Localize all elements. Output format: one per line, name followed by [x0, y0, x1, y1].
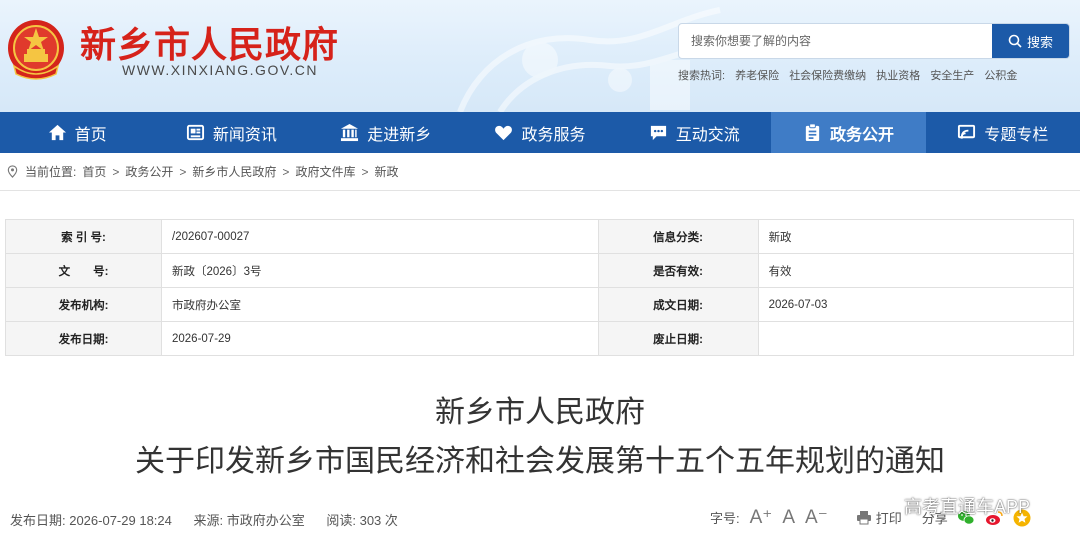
nav-item-label: 互动交流 [675, 126, 740, 144]
chat-icon [650, 125, 666, 141]
hot-keywords: 搜索热词: 养老保险 社会保险费缴纳 执业资格 安全生产 公积金 [678, 67, 1024, 83]
site-header: 新乡市人民政府 WWW.XINXIANG.GOV.CN 搜索 搜索热词: 养老保… [0, 0, 1080, 112]
nav-item-label: 首页 [74, 126, 107, 144]
printer-icon [856, 511, 871, 525]
print-label: 打印 [875, 511, 902, 526]
main-nav: 首页 新闻资讯 走进新乡 政务服务 互动交流 政务公开 专题专栏 [0, 112, 1080, 153]
hot-keyword[interactable]: 社会保险费缴纳 [789, 70, 866, 82]
document-info-table: 索 引 号: /202607-00027 信息分类: 新政 文 号: 新政〔20… [5, 219, 1075, 356]
national-emblem-icon [8, 20, 64, 80]
breadcrumb-separator: > [112, 164, 120, 179]
info-label: 成文日期: [597, 287, 759, 322]
view-count: 阅读: 303 次 [326, 513, 398, 528]
breadcrumb-link[interactable]: 新政 [374, 163, 398, 180]
nav-item-label: 政务服务 [521, 126, 586, 144]
breadcrumb: 当前位置: 首页 > 政务公开 > 新乡市人民政府 > 政府文件库 > 新政 [0, 153, 1080, 191]
article-meta: 发布日期: 2026-07-29 18:24 来源: 市政府办公室 阅读: 30… [10, 510, 416, 529]
home-icon [48, 124, 66, 141]
nav-item-services[interactable]: 政务服务 [463, 112, 617, 153]
heart-icon [495, 125, 513, 141]
info-value: 2026-07-29 [161, 321, 599, 356]
print-button[interactable]: 打印 [856, 508, 902, 527]
font-size-small-button[interactable]: A⁻ [805, 506, 828, 529]
breadcrumb-separator: > [361, 164, 369, 179]
nav-item-topics[interactable]: 专题专栏 [926, 112, 1080, 153]
breadcrumb-prefix: 当前位置: [25, 165, 77, 179]
news-icon [186, 124, 204, 141]
search-button-label: 搜索 [1026, 34, 1053, 50]
info-value: 新政〔2026〕3号 [161, 253, 599, 288]
info-label: 索 引 号: [5, 219, 162, 254]
publish-date: 发布日期: 2026-07-29 18:24 [10, 513, 172, 528]
source: 来源: 市政府办公室 [193, 513, 305, 528]
search-box: 搜索 [678, 23, 1070, 59]
info-value [757, 321, 1075, 356]
site-title[interactable]: 新乡市人民政府 [80, 16, 339, 68]
info-value: 2026-07-03 [757, 287, 1075, 322]
info-label: 文 号: [5, 253, 162, 288]
search-icon [1008, 34, 1022, 48]
document-title-line2: 关于印发新乡市国民经济和社会发展第十五个五年规划的通知 [135, 444, 945, 479]
breadcrumb-separator: > [282, 164, 290, 179]
search-input[interactable] [679, 24, 995, 58]
nav-item-news[interactable]: 新闻资讯 [154, 112, 308, 153]
info-value: 新政 [757, 219, 1075, 254]
font-size-label: 字号: [710, 511, 740, 526]
breadcrumb-link[interactable]: 新乡市人民政府 [192, 163, 276, 180]
info-label: 是否有效: [597, 253, 759, 288]
table-row: 索 引 号: /202607-00027 信息分类: 新政 [5, 219, 1075, 254]
hot-keyword[interactable]: 执业资格 [876, 70, 920, 82]
nav-item-label: 新闻资讯 [212, 126, 277, 144]
site-url: WWW.XINXIANG.GOV.CN [122, 62, 318, 78]
info-label: 废止日期: [597, 321, 759, 356]
nav-item-home[interactable]: 首页 [0, 112, 154, 153]
info-value: 有效 [757, 253, 1075, 288]
watermark-text: 高考直通车APP [904, 497, 1031, 517]
document-title-line1: 新乡市人民政府 [435, 395, 645, 430]
nav-item-label: 走进新乡 [367, 126, 432, 144]
hot-keyword[interactable]: 安全生产 [930, 70, 974, 82]
table-row: 发布机构: 市政府办公室 成文日期: 2026-07-03 [5, 287, 1075, 322]
nav-item-label: 政务公开 [830, 126, 895, 144]
info-label: 发布机构: [5, 287, 162, 322]
breadcrumb-separator: > [179, 164, 187, 179]
search-button[interactable]: 搜索 [992, 24, 1069, 58]
nav-item-interaction[interactable]: 互动交流 [617, 112, 771, 153]
nav-item-about[interactable]: 走进新乡 [309, 112, 463, 153]
location-pin-icon [7, 165, 18, 178]
table-row: 发布日期: 2026-07-29 废止日期: [5, 321, 1075, 356]
nav-item-label: 专题专栏 [984, 126, 1049, 144]
clipboard-icon [805, 123, 820, 142]
hot-keyword[interactable]: 养老保险 [735, 70, 779, 82]
breadcrumb-link[interactable]: 政府文件库 [295, 163, 355, 180]
table-row: 文 号: 新政〔2026〕3号 是否有效: 有效 [5, 253, 1075, 288]
info-label: 信息分类: [597, 219, 759, 254]
hot-keywords-label: 搜索热词: [678, 70, 726, 82]
hot-keyword[interactable]: 公积金 [984, 70, 1017, 82]
info-value: /202607-00027 [161, 219, 599, 254]
nav-item-gov-open[interactable]: 政务公开 [771, 112, 926, 153]
info-value: 市政府办公室 [161, 287, 599, 322]
breadcrumb-link[interactable]: 首页 [82, 163, 106, 180]
info-label: 发布日期: [5, 321, 162, 356]
building-icon [341, 123, 359, 142]
font-size-large-button[interactable]: A⁺ [750, 506, 773, 529]
cast-icon [958, 124, 976, 139]
breadcrumb-link[interactable]: 政务公开 [125, 163, 173, 180]
font-size-normal-button[interactable]: A [782, 507, 795, 529]
